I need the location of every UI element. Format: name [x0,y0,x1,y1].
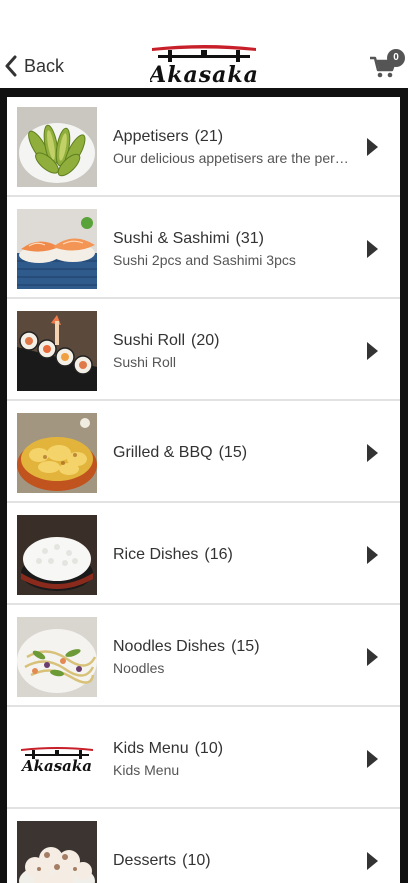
svg-text:Akasaka: Akasaka [150,62,258,86]
category-subtitle: Our delicious appetisers are the per… [113,150,349,166]
grilled-dish-image [17,413,97,493]
top-bar: Back Akasaka 0 [0,0,408,88]
category-list: Appetisers (21) Our delicious appetisers … [7,97,400,883]
category-row-kids-menu[interactable]: Akasaka Kids Menu (10) Kids Menu [7,709,400,809]
category-row-appetisers[interactable]: Appetisers (21) Our delicious appetisers … [7,97,400,197]
chevron-right-icon [367,750,378,768]
category-row-grilled-bbq[interactable]: Grilled & BBQ (15) [7,403,400,503]
category-count: (10) [194,740,224,757]
cart-button[interactable]: 0 [368,48,406,80]
category-count: (20) [191,332,220,349]
category-count: (21) [194,128,224,145]
dessert-image [17,821,97,883]
category-title: Kids Menu [113,740,189,757]
category-row-noodles-dishes[interactable]: Noodles Dishes (15) Noodles [7,607,400,707]
menu-frame: Appetisers (21) Our delicious appetisers … [0,88,408,883]
chevron-right-icon [367,444,378,462]
category-count: (15) [231,638,260,655]
akasaka-logo-image: Akasaka [17,719,97,799]
chevron-right-icon [367,852,378,870]
cart-count-badge: 0 [387,49,405,67]
category-subtitle: Kids Menu [113,762,180,778]
noodles-image [17,617,97,697]
category-count: (10) [182,852,211,869]
category-row-sushi-sashimi[interactable]: Sushi & Sashimi (31) Sushi 2pcs and Sashi… [7,199,400,299]
rice-bowl-image [17,515,97,595]
category-title: Sushi & Sashimi [113,230,230,247]
category-subtitle: Sushi 2pcs and Sashimi 3pcs [113,252,296,268]
category-row-sushi-roll[interactable]: Sushi Roll (20) Sushi Roll [7,301,400,401]
category-subtitle: Sushi Roll [113,354,177,370]
chevron-right-icon [367,138,378,156]
category-title: Grilled & BBQ [113,444,213,461]
chevron-right-icon [367,240,378,258]
category-title: Appetisers [113,128,189,145]
category-title: Noodles Dishes [113,638,226,655]
category-count: (16) [204,546,233,563]
back-label: Back [24,55,65,76]
chevron-left-icon [5,55,17,77]
category-subtitle: Noodles [113,660,165,676]
sushi-roll-image [17,311,97,391]
category-title: Rice Dishes [113,546,199,563]
category-count: (15) [218,444,248,461]
avocado-salad-image [17,107,97,187]
category-row-desserts[interactable]: Desserts (10) [7,811,400,883]
chevron-right-icon [367,648,378,666]
category-count: (31) [235,230,264,247]
svg-text:Akasaka: Akasaka [20,757,92,775]
chevron-right-icon [367,546,378,564]
back-button[interactable]: Back [4,52,64,80]
chevron-right-icon [367,342,378,360]
category-title: Sushi Roll [113,332,186,349]
akasaka-logo: Akasaka [147,42,258,88]
category-title: Desserts [113,852,177,869]
category-row-rice-dishes[interactable]: Rice Dishes (16) [7,505,400,605]
salmon-sushi-image [17,209,97,289]
